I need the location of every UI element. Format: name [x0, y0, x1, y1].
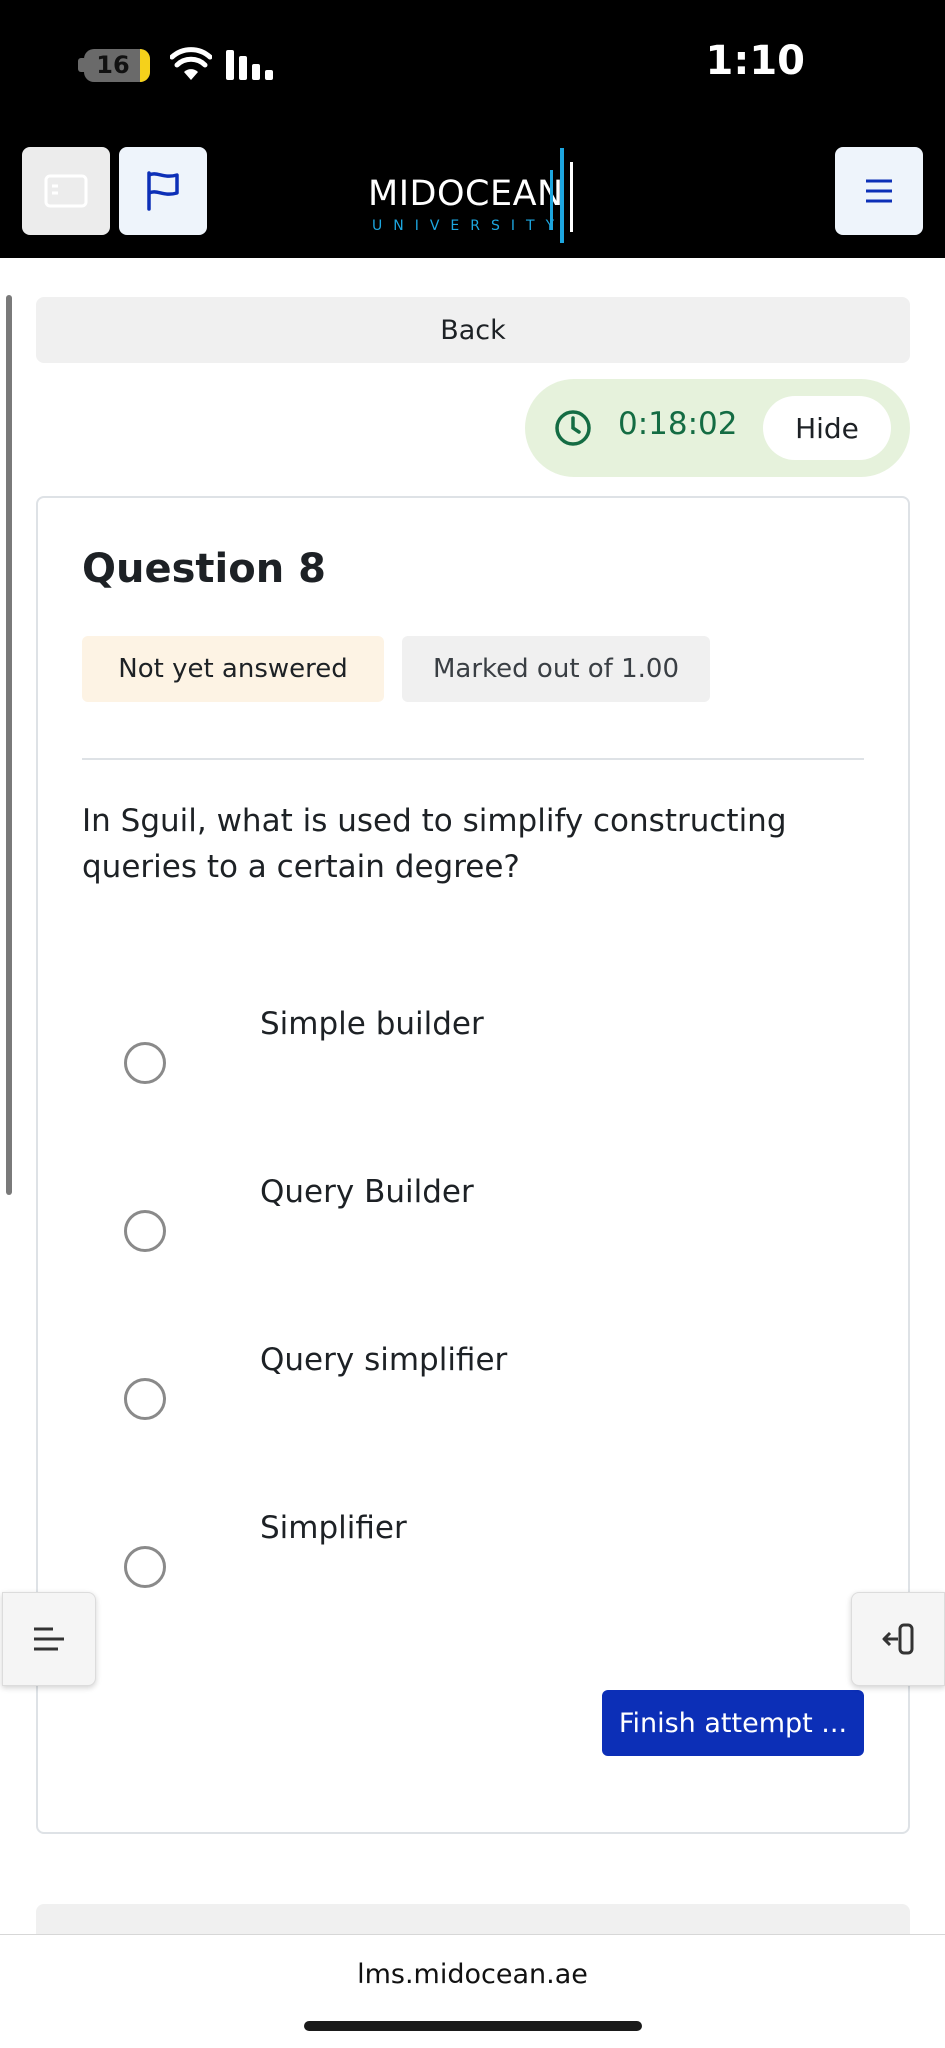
battery-icon: 16	[84, 49, 150, 82]
clock-icon	[555, 410, 591, 446]
question-card: Question 8 Not yet answered Marked out o…	[36, 496, 910, 1834]
answer-option[interactable]: Query Builder	[124, 1174, 824, 1274]
answer-label[interactable]: Query Builder	[260, 1174, 474, 1210]
logo-subtext: UNIVERSITY	[372, 218, 566, 234]
back-button[interactable]: Back	[36, 297, 910, 363]
status-time: 1:10	[705, 38, 806, 84]
home-indicator[interactable]	[304, 2021, 642, 2031]
wifi-icon	[170, 47, 212, 80]
main-menu-button[interactable]	[835, 147, 923, 235]
logo-text: MIDOCEAN	[368, 174, 564, 214]
open-block-drawer-button[interactable]	[851, 1592, 945, 1686]
radio-button[interactable]	[124, 1042, 166, 1084]
flag-icon	[147, 171, 179, 211]
page-scrollbar[interactable]	[6, 295, 12, 1195]
answer-label[interactable]: Simple builder	[260, 1006, 484, 1042]
question-state-badge: Not yet answered	[82, 636, 384, 702]
list-icon	[34, 1627, 64, 1651]
quiz-timer: 0:18:02 Hide	[525, 379, 910, 477]
open-course-index-button[interactable]	[2, 1592, 96, 1686]
answer-label[interactable]: Simplifier	[260, 1510, 407, 1546]
question-text: In Sguil, what is used to simplify const…	[82, 803, 787, 885]
answer-option[interactable]: Simplifier	[124, 1510, 824, 1610]
status-bar: 16 1:10	[0, 0, 945, 130]
signal-icon	[226, 50, 273, 80]
question-grade-badge: Marked out of 1.00	[402, 636, 710, 702]
answer-option[interactable]: Query simplifier	[124, 1342, 824, 1442]
hide-timer-button[interactable]: Hide	[763, 396, 891, 460]
flag-question-button[interactable]	[119, 147, 207, 235]
logo-lines-icon	[550, 148, 573, 243]
divider	[82, 758, 864, 760]
timer-value: 0:18:02	[618, 406, 738, 442]
site-header: MIDOCEAN UNIVERSITY	[0, 130, 945, 258]
course-index-button[interactable]	[22, 147, 110, 235]
hamburger-icon	[866, 179, 892, 203]
radio-button[interactable]	[124, 1378, 166, 1420]
sidebar-icon	[44, 174, 88, 208]
radio-button[interactable]	[124, 1546, 166, 1588]
answer-label[interactable]: Query simplifier	[260, 1342, 507, 1378]
site-logo[interactable]: MIDOCEAN UNIVERSITY	[368, 148, 583, 243]
browser-url-bar[interactable]: lms.midocean.ae	[0, 1934, 945, 2048]
url-text[interactable]: lms.midocean.ae	[0, 1959, 945, 1990]
finish-attempt-button[interactable]: Finish attempt ...	[602, 1690, 864, 1756]
question-title: Question 8	[82, 546, 326, 592]
answer-option[interactable]: Simple builder	[124, 1006, 824, 1106]
radio-button[interactable]	[124, 1210, 166, 1252]
battery-level: 16	[96, 51, 130, 79]
arrow-left-panel-icon	[882, 1623, 914, 1655]
